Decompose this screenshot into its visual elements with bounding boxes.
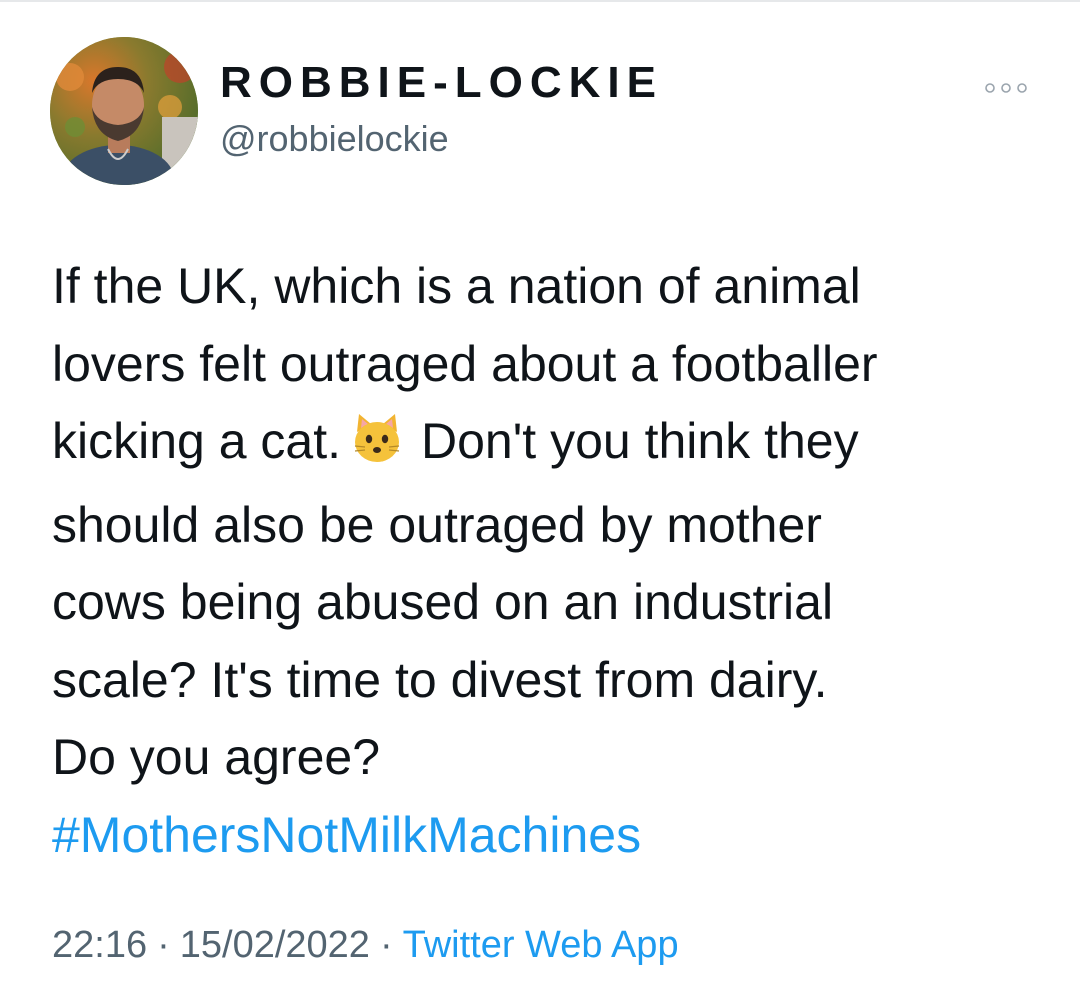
tweet-line: cows being abused on an industrial [52, 574, 834, 630]
tweet-line: lovers felt outraged about a footballer [52, 335, 878, 392]
separator-dot: · [157, 924, 170, 966]
profile-photo [50, 37, 198, 185]
more-options-button[interactable] [982, 70, 1030, 106]
separator-dot: · [379, 924, 393, 966]
display-name[interactable]: ROBBIE-LOCKIE [220, 58, 663, 108]
tweet-time[interactable]: 22:16 [52, 924, 147, 966]
tweet-line: Do you agree? [52, 729, 381, 785]
cat-face-icon [351, 409, 403, 487]
avatar[interactable] [50, 37, 198, 185]
tweet-line: should also be outraged by mother [52, 496, 822, 553]
tweet-line: scale? It's time to divest from dairy. [52, 651, 828, 708]
tweet-metadata: 22:16 · 15/02/2022 · Twitter Web App [52, 924, 679, 967]
tweet-line-text: Don't you think they [421, 413, 859, 469]
source-link[interactable]: Twitter Web App [403, 924, 679, 966]
tweet-line: If the UK, which is a nation of animal [52, 258, 861, 314]
hashtag-link[interactable]: #MothersNotMilkMachines [52, 797, 1052, 875]
tweet-line-text: kicking a cat. [52, 413, 342, 469]
more-horizontal-icon [985, 83, 1027, 93]
user-handle[interactable]: @robbielockie [220, 118, 449, 160]
tweet-line: kicking a cat. Don't you think they [52, 403, 1052, 487]
tweet-date[interactable]: 15/02/2022 [180, 924, 370, 966]
tweet-text: If the UK, which is a nation of animal l… [52, 248, 1052, 874]
top-divider [0, 0, 1080, 2]
